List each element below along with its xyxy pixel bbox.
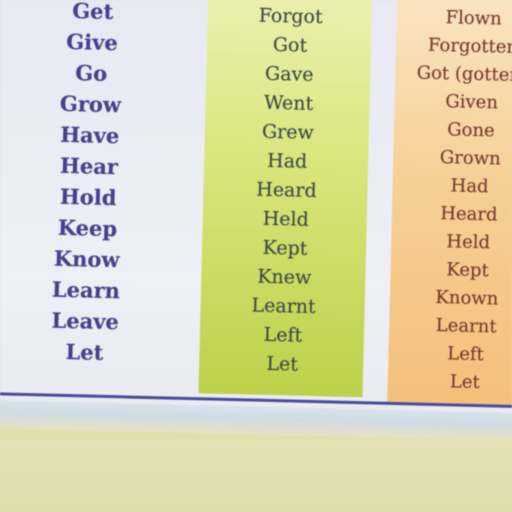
- base-form-item: Know: [53, 245, 120, 273]
- wall-background: [0, 440, 512, 512]
- base-form-item: Leave: [51, 307, 120, 335]
- past-simple-item: Got: [272, 33, 308, 57]
- past-participle-item: Forgotten: [427, 34, 512, 58]
- base-form-item: Give: [65, 28, 119, 56]
- past-simple-item: Knew: [257, 265, 312, 289]
- past-simple-item: Let: [266, 352, 299, 376]
- photo: Get Give Go Grow Have Hear Hold Keep Kno…: [0, 0, 512, 512]
- base-form-item: Grow: [59, 90, 122, 118]
- past-simple-item: Heard: [256, 178, 317, 203]
- past-participle-item: Held: [446, 231, 491, 254]
- base-form-item: Learn: [51, 276, 121, 304]
- past-participle-item: Flown: [445, 7, 503, 30]
- poster-bottom-band: [0, 399, 512, 442]
- past-participle-item: Let: [449, 371, 480, 394]
- verb-poster: Get Give Go Grow Have Hear Hold Keep Kno…: [0, 0, 512, 442]
- past-participle-item: Gone: [446, 119, 495, 142]
- past-participle-item: Given: [445, 91, 499, 114]
- base-form-item: Keep: [57, 214, 118, 242]
- past-participle-item: Got (gotten): [416, 62, 512, 87]
- past-simple-item: Left: [263, 323, 303, 347]
- past-participle-item: Heard: [440, 203, 498, 226]
- past-simple-item: Went: [263, 91, 314, 115]
- past-simple-item: Kept: [262, 236, 308, 260]
- base-form-item: Hold: [59, 183, 117, 211]
- past-participle-item: Had: [450, 175, 489, 198]
- past-participle-item: Known: [435, 286, 499, 310]
- past-simple-item: Forgot: [258, 4, 323, 29]
- past-simple-item: Had: [266, 149, 308, 173]
- past-simple-item: Learnt: [251, 294, 316, 319]
- base-form-item: Get: [71, 0, 114, 25]
- past-simple-item: Held: [262, 207, 310, 231]
- past-participle-item: Kept: [446, 259, 489, 282]
- base-form-item: Let: [65, 338, 104, 365]
- base-form-item: Hear: [59, 152, 119, 180]
- past-participle-item: Learnt: [435, 315, 497, 338]
- past-participle-item: Grown: [439, 147, 501, 170]
- past-simple-item: Gave: [264, 62, 314, 86]
- base-form-item: Have: [59, 121, 120, 149]
- past-simple-item: Grew: [261, 120, 315, 144]
- base-form-item: Go: [74, 60, 108, 86]
- past-participle-item: Left: [447, 343, 485, 366]
